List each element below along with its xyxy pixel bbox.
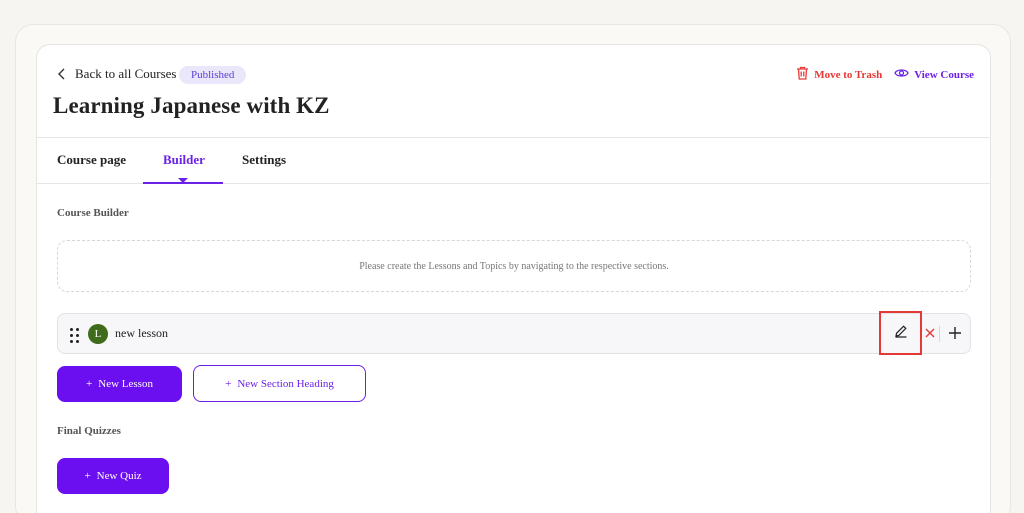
new-section-label: New Section Heading — [237, 377, 334, 390]
final-quizzes-heading: Final Quizzes — [57, 425, 121, 437]
lesson-avatar: L — [88, 324, 108, 344]
back-to-courses-link[interactable]: Back to all Courses — [57, 66, 176, 82]
plus-icon — [948, 327, 962, 344]
course-builder-heading: Course Builder — [57, 207, 129, 219]
new-lesson-button[interactable]: + New Lesson — [57, 366, 182, 402]
trash-label: Move to Trash — [814, 68, 883, 81]
trash-icon — [796, 66, 809, 83]
move-to-trash-button[interactable]: Move to Trash — [796, 66, 882, 83]
tab-course-page[interactable]: Course page — [57, 138, 126, 184]
course-card: Back to all Courses Published Learning J… — [36, 44, 991, 513]
plus-icon: + — [84, 470, 91, 482]
drag-handle-icon[interactable] — [70, 328, 82, 344]
header-actions: Move to Trash View Course — [796, 66, 974, 83]
pencil-icon — [894, 324, 908, 343]
action-divider — [939, 326, 940, 342]
back-label: Back to all Courses — [75, 66, 177, 81]
view-label: View Course — [914, 68, 974, 81]
course-tabs: Course page Builder Settings — [37, 138, 990, 184]
new-quiz-label: New Quiz — [96, 470, 142, 482]
chevron-left-icon — [57, 68, 67, 80]
close-icon — [924, 326, 936, 343]
add-topic-button[interactable] — [948, 326, 962, 345]
status-badge: Published — [179, 66, 247, 84]
tab-settings[interactable]: Settings — [242, 138, 286, 184]
eye-icon — [894, 67, 909, 82]
plus-icon: + — [86, 378, 93, 390]
empty-state-message: Please create the Lessons and Topics by … — [359, 260, 669, 272]
edit-lesson-button[interactable] — [879, 311, 922, 355]
plus-icon: + — [225, 377, 232, 390]
new-quiz-button[interactable]: + New Quiz — [57, 458, 169, 494]
empty-state-box: Please create the Lessons and Topics by … — [57, 240, 971, 292]
new-lesson-label: New Lesson — [98, 378, 153, 390]
page-title: Learning Japanese with KZ — [53, 93, 330, 118]
active-tab-caret — [178, 178, 188, 183]
lesson-row[interactable]: L new lesson — [57, 311, 971, 355]
delete-lesson-button[interactable] — [924, 326, 936, 344]
course-header: Back to all Courses Published Learning J… — [37, 45, 990, 138]
lesson-name: new lesson — [115, 326, 168, 340]
new-section-heading-button[interactable]: + New Section Heading — [193, 365, 366, 402]
view-course-button[interactable]: View Course — [894, 67, 974, 82]
